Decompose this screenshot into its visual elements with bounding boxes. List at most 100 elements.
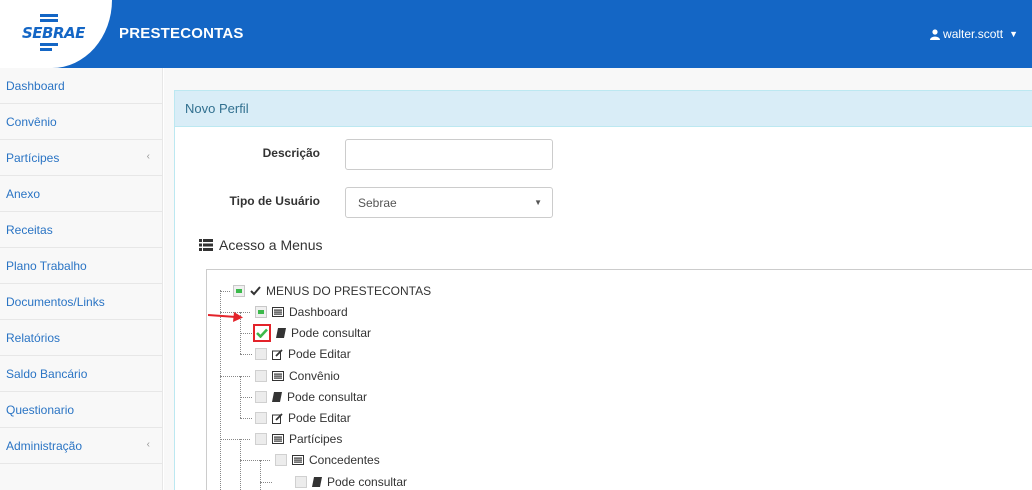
sidebar-item-label: Relatórios bbox=[6, 330, 61, 345]
checkbox[interactable] bbox=[255, 306, 267, 318]
checkbox[interactable] bbox=[255, 412, 267, 424]
book-icon bbox=[272, 392, 282, 402]
sidebar-item-label: Saldo Bancário bbox=[6, 366, 88, 381]
book-icon bbox=[276, 328, 286, 338]
sebrae-logo: SEBRAE bbox=[22, 24, 85, 42]
logo-bars-top bbox=[40, 14, 58, 24]
sidebar: Dashboard Convênio Partícipes ‹ Anexo Rec… bbox=[0, 68, 163, 490]
tree-line bbox=[240, 439, 241, 490]
sidebar-item-convenio[interactable]: Convênio bbox=[0, 104, 162, 140]
tree-node-label: Pode consultar bbox=[327, 475, 408, 489]
sidebar-item-participes[interactable]: Partícipes ‹ bbox=[0, 140, 162, 176]
user-name: walter.scott bbox=[943, 27, 1004, 41]
logo-bars-bottom bbox=[40, 43, 58, 53]
tree-node-label: Pode consultar bbox=[287, 390, 368, 404]
sidebar-item-plano-trabalho[interactable]: Plano Trabalho bbox=[0, 248, 162, 284]
novo-perfil-panel: Novo Perfil Descrição Tipo de Usuário Se… bbox=[174, 90, 1032, 490]
tree-node-concedentes-consultar[interactable]: Pode consultar bbox=[295, 474, 407, 490]
list-alt-icon bbox=[272, 434, 284, 444]
tree-node-dashboard-editar[interactable]: Pode Editar bbox=[255, 346, 351, 362]
checkbox[interactable] bbox=[255, 433, 267, 445]
caret-down-icon: ▼ bbox=[534, 198, 542, 207]
tree-node-label: Concedentes bbox=[309, 453, 380, 467]
tree-line bbox=[240, 418, 252, 419]
sidebar-item-label: Partícipes bbox=[6, 150, 60, 165]
descricao-label: Descrição bbox=[262, 146, 320, 160]
tree-node-convenio-editar[interactable]: Pode Editar bbox=[255, 410, 351, 426]
checkbox[interactable] bbox=[233, 285, 245, 297]
sidebar-item-label: Documentos/Links bbox=[6, 294, 105, 309]
check-icon bbox=[250, 286, 261, 296]
tree-line bbox=[240, 333, 252, 334]
tree-node-label: Pode Editar bbox=[288, 347, 351, 361]
logo-area[interactable]: SEBRAE bbox=[0, 0, 112, 68]
tree-node-label: Dashboard bbox=[289, 305, 348, 319]
tree-node-dashboard[interactable]: Dashboard bbox=[255, 304, 348, 320]
checkbox-checked[interactable] bbox=[253, 324, 271, 342]
tree-node-label: Partícipes bbox=[289, 432, 343, 446]
tree-node-convenio[interactable]: Convênio bbox=[255, 368, 340, 384]
sidebar-item-label: Questionario bbox=[6, 402, 75, 417]
tree-line bbox=[260, 482, 272, 483]
tree-line bbox=[220, 439, 250, 440]
tree-line bbox=[220, 291, 230, 292]
top-navbar: SEBRAE PRESTECONTAS walter.scott ▼ bbox=[0, 0, 1032, 68]
sidebar-item-saldo-bancario[interactable]: Saldo Bancário bbox=[0, 356, 162, 392]
tipo-usuario-value: Sebrae bbox=[358, 195, 397, 210]
panel-heading: Novo Perfil bbox=[175, 91, 1032, 127]
list-alt-icon bbox=[292, 455, 304, 465]
tree-node-concedentes[interactable]: Concedentes bbox=[275, 452, 380, 468]
sidebar-item-receitas[interactable]: Receitas bbox=[0, 212, 162, 248]
checkbox[interactable] bbox=[295, 476, 307, 488]
tipo-usuario-select[interactable]: Sebrae ▼ bbox=[345, 187, 553, 218]
sidebar-item-label: Plano Trabalho bbox=[6, 258, 87, 273]
checkbox[interactable] bbox=[255, 391, 267, 403]
tree-node-convenio-consultar[interactable]: Pode consultar bbox=[255, 389, 367, 405]
sidebar-item-questionario[interactable]: Questionario bbox=[0, 392, 162, 428]
chevron-left-icon: ‹ bbox=[146, 439, 150, 450]
list-icon bbox=[199, 239, 213, 251]
app-title[interactable]: PRESTECONTAS bbox=[119, 25, 244, 42]
sidebar-item-label: Administração bbox=[6, 438, 83, 453]
book-icon bbox=[312, 477, 322, 487]
tree-line bbox=[220, 376, 250, 377]
checkbox[interactable] bbox=[255, 348, 267, 360]
panel-title: Novo Perfil bbox=[185, 101, 249, 116]
tree-node-root[interactable]: MENUS DO PRESTECONTAS bbox=[233, 283, 431, 299]
checkbox[interactable] bbox=[255, 370, 267, 382]
tree-node-label: Pode consultar bbox=[291, 326, 372, 340]
tree-line bbox=[240, 354, 252, 355]
tree-node-label: MENUS DO PRESTECONTAS bbox=[266, 284, 432, 298]
tree-line bbox=[240, 397, 252, 398]
tree-node-label: Convênio bbox=[289, 369, 340, 383]
caret-down-icon: ▼ bbox=[1009, 29, 1018, 39]
edit-icon bbox=[272, 348, 283, 360]
sidebar-item-relatorios[interactable]: Relatórios bbox=[0, 320, 162, 356]
menu-permissions-tree: MENUS DO PRESTECONTAS Dashboard Pode con… bbox=[206, 269, 1032, 490]
checkbox[interactable] bbox=[275, 454, 287, 466]
access-menus-title: Acesso a Menus bbox=[199, 237, 323, 253]
tree-node-label: Pode Editar bbox=[288, 411, 351, 425]
sidebar-item-label: Convênio bbox=[6, 114, 57, 129]
sidebar-item-label: Dashboard bbox=[6, 78, 65, 93]
sidebar-item-label: Receitas bbox=[6, 222, 53, 237]
tipo-usuario-label: Tipo de Usuário bbox=[229, 194, 320, 208]
sidebar-item-documentos-links[interactable]: Documentos/Links bbox=[0, 284, 162, 320]
edit-icon bbox=[272, 412, 283, 424]
list-alt-icon bbox=[272, 371, 284, 381]
sidebar-item-dashboard[interactable]: Dashboard bbox=[0, 68, 162, 104]
descricao-field[interactable] bbox=[345, 139, 553, 170]
chevron-left-icon: ‹ bbox=[146, 151, 150, 162]
user-menu[interactable]: walter.scott ▼ bbox=[930, 27, 1018, 41]
tree-node-dashboard-consultar[interactable]: Pode consultar bbox=[253, 324, 372, 342]
red-arrow-annotation bbox=[207, 310, 244, 327]
user-icon bbox=[930, 28, 941, 40]
tree-line bbox=[240, 460, 270, 461]
list-alt-icon bbox=[272, 307, 284, 317]
main-content: Novo Perfil Descrição Tipo de Usuário Se… bbox=[164, 68, 1032, 490]
tree-node-participes[interactable]: Partícipes bbox=[255, 431, 342, 447]
sidebar-item-administracao[interactable]: Administração ‹ bbox=[0, 428, 162, 464]
tree-line bbox=[260, 460, 261, 490]
sidebar-item-anexo[interactable]: Anexo bbox=[0, 176, 162, 212]
sidebar-item-label: Anexo bbox=[6, 186, 41, 201]
